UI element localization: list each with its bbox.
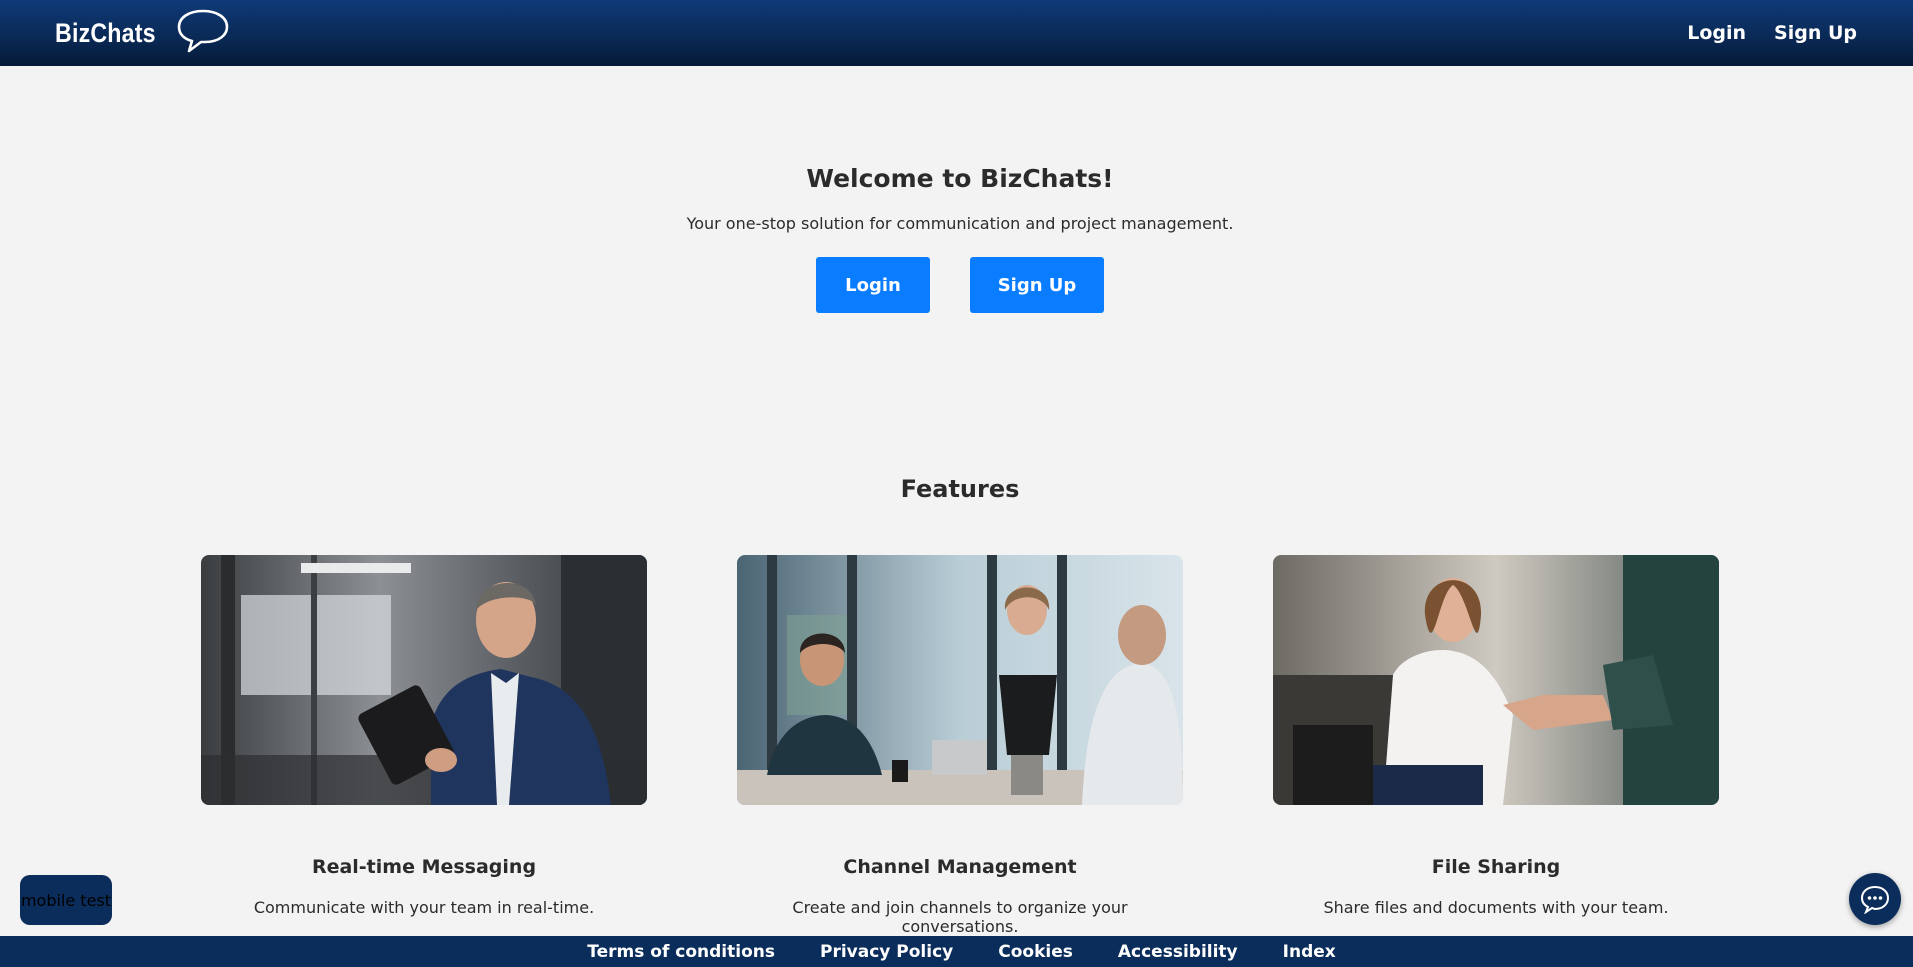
feature-description: Share files and documents with your team… (1323, 898, 1669, 917)
feature-title: Channel Management (843, 856, 1077, 878)
header-nav: Login Sign Up (1687, 0, 1857, 66)
hero-login-button[interactable]: Login (816, 257, 930, 313)
feature-description: Communicate with your team in real-time. (253, 898, 595, 917)
hero-title: Welcome to BizChats! (806, 164, 1114, 193)
chat-bubble-icon (1860, 885, 1890, 914)
footer-link-cookies[interactable]: Cookies (998, 942, 1073, 962)
footer-link-accessibility[interactable]: Accessibility (1118, 942, 1238, 962)
feature-image-messaging (201, 555, 647, 805)
hero-subtitle: Your one-stop solution for communication… (686, 214, 1234, 233)
footer: Terms of conditions Privacy Policy Cooki… (0, 936, 1913, 967)
footer-link-terms[interactable]: Terms of conditions (587, 942, 775, 962)
chat-widget-button[interactable] (1849, 873, 1901, 925)
feature-image-files (1273, 555, 1719, 805)
feature-title: Real-time Messaging (311, 856, 537, 878)
top-navbar: BizChats Login Sign Up (0, 0, 1913, 66)
mobile-test-button[interactable]: mobile test (20, 875, 112, 925)
brand-logo[interactable]: BizChats (55, 8, 229, 58)
feature-image-channels (737, 555, 1183, 805)
features-title: Features (900, 475, 1020, 503)
hero-signup-button[interactable]: Sign Up (970, 257, 1104, 313)
footer-link-index[interactable]: Index (1283, 942, 1336, 962)
feature-description: Create and join channels to organize you… (792, 898, 1128, 936)
feature-title: File Sharing (1431, 856, 1561, 878)
brand-name: BizChats (55, 17, 156, 48)
header-login-link[interactable]: Login (1687, 22, 1746, 44)
speech-bubble-icon (177, 9, 229, 53)
footer-link-privacy[interactable]: Privacy Policy (820, 942, 953, 962)
header-signup-link[interactable]: Sign Up (1774, 22, 1857, 44)
